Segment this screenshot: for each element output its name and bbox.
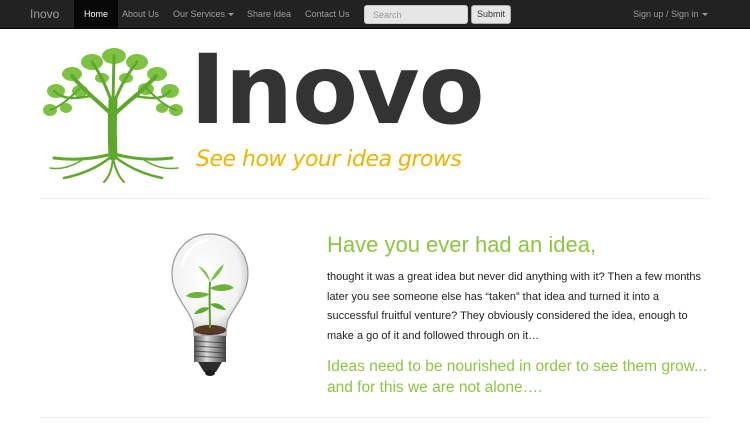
- submit-button[interactable]: Submit: [471, 5, 511, 24]
- caret-down-icon: [228, 13, 235, 16]
- nav-contact-us[interactable]: Contact Us: [305, 0, 350, 29]
- tagline: See how your idea grows: [196, 147, 462, 172]
- nav-share-idea[interactable]: Share Idea: [247, 0, 291, 29]
- caret-down-icon: [701, 13, 708, 16]
- top-navbar: Inovo Home About Us Our Services Share I…: [0, 0, 750, 29]
- divider-top: [40, 198, 710, 199]
- search-input[interactable]: [364, 5, 468, 24]
- tree-logo-icon: [43, 48, 183, 183]
- nav-our-services-label: Our Services: [173, 9, 226, 19]
- intro-paragraph: thought it was a great idea but never di…: [327, 271, 702, 342]
- divider-bottom: [40, 417, 710, 418]
- lightbulb-plant-icon: [171, 233, 249, 376]
- logo-wordmark: Inovo: [190, 34, 485, 146]
- navbar-brand[interactable]: Inovo: [30, 0, 59, 29]
- nav-our-services[interactable]: Our Services: [173, 0, 235, 29]
- highlight-quote: Ideas need to be nourished in order to s…: [327, 358, 707, 396]
- nav-signin-label: Sign up / Sign in: [633, 9, 699, 19]
- nav-about-us[interactable]: About Us: [122, 0, 159, 29]
- main-heading: Have you ever had an idea,: [327, 232, 597, 257]
- nav-home[interactable]: Home: [74, 0, 119, 29]
- nav-signin[interactable]: Sign up / Sign in: [633, 0, 708, 29]
